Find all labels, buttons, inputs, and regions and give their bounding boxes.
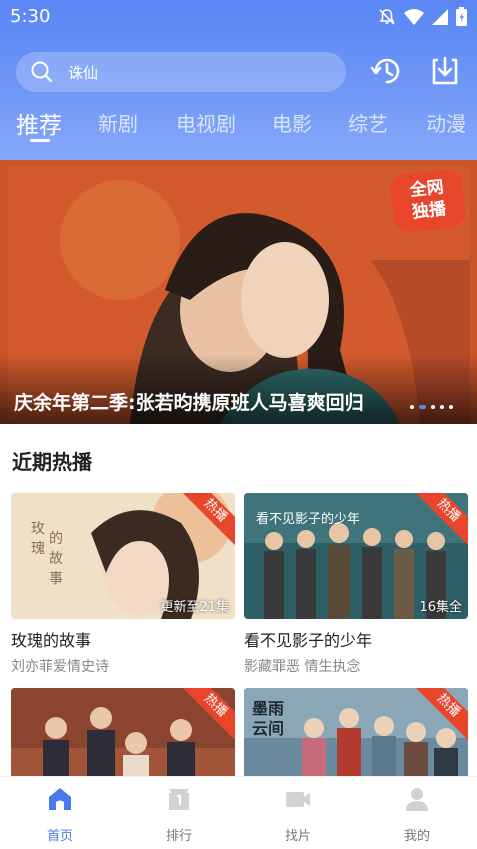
carousel-dot-active (419, 405, 426, 409)
video-card[interactable]: 玫 瑰 的 故 事 热播 更新至21集 玫瑰的故事 刘亦菲爱情史诗 (11, 493, 235, 676)
video-subtitle: 影藏罪恶 情生执念 (244, 659, 361, 675)
svg-text:墨雨: 墨雨 (252, 699, 284, 718)
status-time: 5:30 (10, 6, 51, 27)
signal-icon (432, 8, 448, 25)
svg-text:看不见影子的少年: 看不见影子的少年 (256, 511, 360, 527)
profile-icon (406, 788, 428, 811)
svg-text:事: 事 (49, 571, 63, 587)
exclusive-badge: 全网 独播 (389, 168, 467, 234)
svg-text:云间: 云间 (252, 719, 284, 738)
svg-text:故: 故 (49, 551, 63, 567)
history-icon[interactable] (370, 54, 404, 88)
nav-home[interactable]: 首页 (20, 785, 100, 844)
nav-find[interactable]: 找片 (258, 785, 338, 844)
banner-title: 庆余年第二季:张若昀携原班人马喜爽回归 (14, 392, 364, 414)
download-icon[interactable] (428, 54, 462, 88)
nav-profile[interactable]: 我的 (377, 785, 457, 844)
bell-muted-icon (379, 8, 395, 25)
video-title: 看不见影子的少年 (244, 631, 373, 650)
video-subtitle: 刘亦菲爱情史诗 (11, 659, 109, 675)
search-text: 诛仙 (68, 63, 99, 82)
search-bar[interactable]: 诛仙 (16, 52, 346, 92)
carousel-dots (410, 405, 453, 409)
active-tab-indicator (30, 139, 50, 142)
home-icon (49, 788, 71, 810)
tab-recommended[interactable]: 推荐 (16, 106, 62, 140)
tab-tv-series[interactable]: 电视剧 (176, 108, 236, 137)
episode-status: 更新至21集 (160, 600, 229, 615)
tab-movies[interactable]: 电影 (272, 108, 312, 137)
tab-anime[interactable]: 动漫 (426, 108, 466, 137)
featured-banner[interactable]: 全网 独播 庆余年第二季:张若昀携原班人马喜爽回归 (0, 160, 477, 424)
video-title: 玫瑰的故事 (11, 631, 92, 650)
tab-variety[interactable]: 综艺 (348, 108, 388, 137)
video-thumbnail: 玫 瑰 的 故 事 热播 更新至21集 (11, 493, 235, 619)
carousel-dot (431, 405, 435, 409)
video-card[interactable]: 看不见影子的少年 热播 16集全 看不见影子的少年 影藏罪恶 情生执念 (244, 493, 468, 676)
nav-ranking-label: 排行 (165, 829, 192, 844)
carousel-dot (449, 405, 453, 409)
episode-status: 16集全 (419, 600, 462, 615)
bottom-navigation: 首页 排行 找片 我的 (0, 776, 477, 849)
nav-profile-label: 我的 (403, 829, 430, 844)
category-tabs: 推荐 新剧 电视剧 电影 综艺 动漫 (0, 108, 477, 148)
svg-text:瑰: 瑰 (31, 541, 45, 557)
svg-text:玫: 玫 (31, 521, 45, 537)
search-icon (31, 61, 53, 83)
section-title: 近期热播 (12, 450, 92, 474)
nav-ranking[interactable]: 排行 (139, 785, 219, 844)
ranking-icon (169, 789, 189, 810)
tab-new-series[interactable]: 新剧 (98, 108, 138, 137)
video-camera-icon (286, 792, 310, 807)
wifi-icon (404, 8, 424, 25)
status-bar: 5:30 (0, 0, 477, 34)
battery-icon (456, 7, 467, 26)
nav-find-label: 找片 (284, 829, 311, 844)
carousel-dot (440, 405, 444, 409)
video-thumbnail: 看不见影子的少年 热播 16集全 (244, 493, 468, 619)
svg-text:的: 的 (49, 531, 63, 547)
nav-home-label: 首页 (46, 829, 73, 844)
carousel-dot (410, 405, 414, 409)
status-icons (378, 7, 467, 26)
